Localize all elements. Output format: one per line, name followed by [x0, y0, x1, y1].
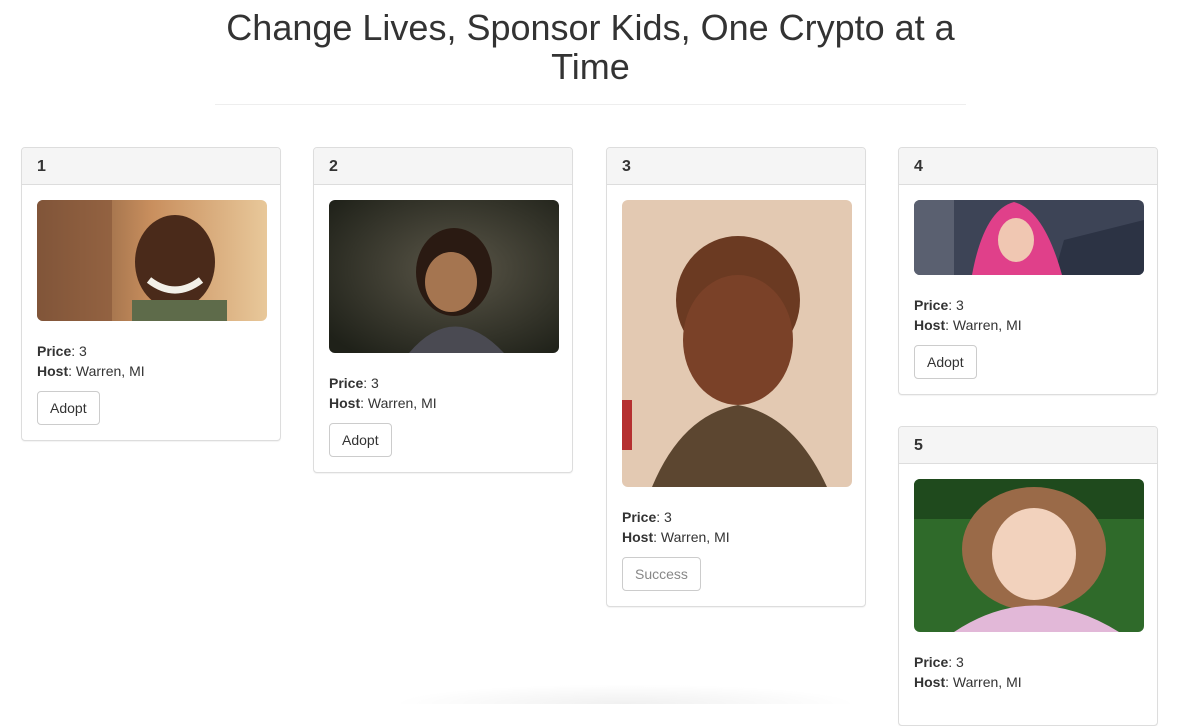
- success-button[interactable]: Success: [622, 557, 701, 591]
- card-info: Price: 3 Host: Warren, MI: [914, 654, 1022, 690]
- adopt-button[interactable]: Adopt: [914, 345, 977, 379]
- host-label: Host: [622, 529, 654, 545]
- kid-photo: [329, 200, 559, 353]
- card-info: Price: 3 Host: Warren, MI: [914, 297, 1022, 333]
- kid-photo: [622, 200, 852, 487]
- price-value: 3: [371, 375, 379, 391]
- host-label: Host: [329, 395, 361, 411]
- price-value: 3: [956, 297, 964, 313]
- host-value: Warren, MI: [75, 363, 145, 379]
- price-label: Price: [622, 509, 657, 525]
- card-number: 3: [607, 148, 865, 185]
- card-number: 5: [899, 427, 1157, 464]
- price-label: Price: [329, 375, 364, 391]
- kid-photo: [914, 479, 1144, 632]
- price-value: 3: [664, 509, 672, 525]
- kid-card-3: 3 Price: 3 Host: Warren, MI Success: [606, 147, 866, 607]
- adopt-button[interactable]: Adopt: [37, 391, 100, 425]
- card-number: 1: [22, 148, 280, 185]
- adopt-button[interactable]: Adopt: [329, 423, 392, 457]
- host-label: Host: [914, 317, 946, 333]
- card-number: 2: [314, 148, 572, 185]
- page-title: Change Lives, Sponsor Kids, One Crypto a…: [226, 7, 955, 87]
- title-divider: [215, 104, 966, 105]
- host-value: Warren, MI: [952, 317, 1022, 333]
- host-value: Warren, MI: [367, 395, 437, 411]
- card-info: Price: 3 Host: Warren, MI: [37, 343, 145, 379]
- price-value: 3: [956, 654, 964, 670]
- host-label: Host: [37, 363, 69, 379]
- host-value: Warren, MI: [952, 674, 1022, 690]
- kid-photo: [37, 200, 267, 321]
- card-number: 4: [899, 148, 1157, 185]
- price-value: 3: [79, 343, 87, 359]
- kid-card-1: 1 Price: 3 Host: Warren, MI Adopt: [21, 147, 281, 441]
- price-label: Price: [914, 654, 949, 670]
- bottom-shadow: [390, 684, 860, 704]
- kid-photo: [914, 200, 1144, 275]
- host-label: Host: [914, 674, 946, 690]
- kid-card-4: 4 Price: 3 Host: Warren, MI Adopt: [898, 147, 1158, 395]
- kid-card-5: 5 Price: 3 Host: Warren, MI: [898, 426, 1158, 726]
- kid-card-2: 2 Price: 3 Host: Warren, MI Adopt: [313, 147, 573, 473]
- host-value: Warren, MI: [660, 529, 730, 545]
- card-info: Price: 3 Host: Warren, MI: [329, 375, 437, 411]
- card-info: Price: 3 Host: Warren, MI: [622, 509, 730, 545]
- price-label: Price: [914, 297, 949, 313]
- price-label: Price: [37, 343, 72, 359]
